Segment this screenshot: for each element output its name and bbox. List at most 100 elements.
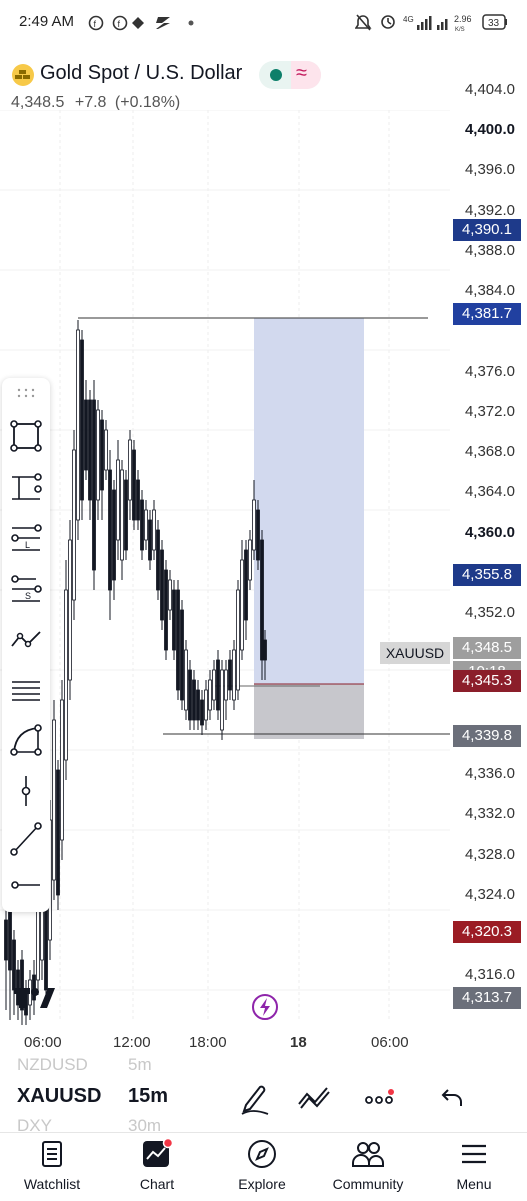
gold-bars-icon [12, 64, 34, 86]
svg-text:4G: 4G [403, 15, 414, 24]
price-tick: 4,328.0 [464, 845, 515, 863]
time-tick: 06:00 [371, 1034, 409, 1051]
price-label: 4,381.7 [453, 303, 521, 326]
price-tick: 4,316.0 [464, 966, 515, 984]
svg-text:S: S [25, 591, 31, 601]
candle-body [196, 689, 200, 721]
candle-body [124, 479, 128, 551]
anchored-text-icon[interactable]: L [10, 522, 42, 554]
bottom-navigation: Watchlist Chart Explore Community Menu [0, 1132, 527, 1201]
candle-body [136, 479, 140, 521]
last-price: 4,348.5 [11, 94, 65, 111]
candle-body [204, 689, 208, 721]
price-tick: 4,368.0 [464, 443, 515, 461]
candle-body [224, 669, 228, 701]
candle-body [200, 699, 204, 726]
candle-body [36, 899, 40, 981]
more-options-icon[interactable] [364, 1088, 396, 1108]
symbol-title[interactable]: Gold Spot / U.S. Dollar [40, 62, 242, 85]
candle-body [263, 639, 267, 661]
prev-symbol[interactable]: NZDUSD [17, 1055, 88, 1075]
price-tick: 4,396.0 [464, 161, 515, 179]
current-interval[interactable]: 15m [128, 1085, 168, 1108]
candle-body [112, 489, 116, 581]
candle-body [12, 939, 16, 991]
candle-body [216, 659, 220, 711]
candle-body [72, 449, 76, 601]
nav-explore[interactable]: Explore [212, 1139, 312, 1192]
price-change-percent: (+0.18%) [114, 94, 181, 111]
price-tick: 4,364.0 [464, 483, 515, 501]
drag-handle-icon[interactable] [16, 388, 36, 398]
position-stop-zone [254, 684, 364, 739]
svg-text:33: 33 [488, 18, 500, 29]
nav-community[interactable]: Community [318, 1139, 418, 1192]
candle-body [116, 459, 120, 541]
curve-tool-icon[interactable] [10, 724, 42, 758]
price-tick: 4,404.0 [464, 81, 515, 98]
indicators-icon[interactable] [297, 1084, 333, 1112]
candle-body [248, 539, 252, 581]
price-tick: 4,372.0 [464, 402, 515, 420]
candle-body [236, 589, 240, 691]
price-label: 4,345.3 [453, 669, 521, 692]
candle-body [188, 669, 192, 721]
pen-icon[interactable] [238, 1081, 272, 1115]
price-tick: 4,400.0 [464, 121, 515, 139]
position-profit-zone [254, 318, 364, 684]
long-position-icon[interactable] [10, 471, 42, 503]
price-label: 4,390.1 [453, 218, 521, 241]
svg-text:2.96: 2.96 [454, 14, 472, 24]
trend-angle-icon[interactable] [10, 624, 42, 656]
time-tick: 18:00 [189, 1034, 227, 1051]
candle-body [184, 649, 188, 711]
candle-body [176, 589, 180, 691]
candle-body [144, 509, 148, 541]
rectangle-tool-icon[interactable] [10, 420, 42, 452]
candle-body [180, 609, 184, 701]
chart-icon [143, 1137, 174, 1167]
undo-icon[interactable] [440, 1084, 466, 1110]
compass-icon [248, 1140, 276, 1168]
price-note-icon[interactable]: S [10, 573, 42, 605]
nav-chart[interactable]: Chart [107, 1137, 207, 1192]
candle-body [228, 659, 232, 691]
price-tick: 4,360.0 [464, 523, 515, 541]
candle-body [160, 549, 164, 621]
time-tick: 06:00 [24, 1034, 62, 1051]
candle-body [120, 469, 124, 561]
svg-text:f: f [118, 19, 121, 29]
price-label: 4,320.3 [453, 921, 521, 944]
trend-line-icon[interactable] [10, 822, 42, 856]
prev-interval[interactable]: 5m [128, 1055, 152, 1075]
candle-body [164, 569, 168, 651]
symbol-switcher[interactable]: NZDUSD 5m XAUUSD 15m DXY 30m [0, 1055, 527, 1135]
candle-body [64, 589, 68, 761]
price-tick: 4,384.0 [464, 282, 515, 300]
candle-body [56, 769, 60, 896]
menu-icon [462, 1144, 486, 1164]
market-open-dot-icon [270, 69, 282, 81]
candle-body [240, 559, 244, 651]
candle-body [4, 919, 8, 961]
price-label: 4,348.5 [453, 637, 521, 660]
watchlist-icon [42, 1141, 62, 1167]
lightning-icon[interactable] [251, 993, 279, 1021]
vertical-line-icon[interactable] [10, 774, 42, 808]
price-label: 4,313.7 [453, 987, 521, 1010]
candle-body [84, 399, 88, 471]
nav-watchlist[interactable]: Watchlist [2, 1139, 102, 1192]
svg-text:K/S: K/S [455, 27, 465, 33]
svg-text:f: f [94, 19, 97, 29]
status-bar: 2:49 AM f f 4G 2.96 K/S 33 [0, 0, 527, 44]
current-symbol[interactable]: XAUUSD [17, 1085, 101, 1108]
horizontal-lines-icon[interactable] [10, 675, 42, 707]
price-chart[interactable] [0, 110, 450, 1030]
community-icon [352, 1142, 384, 1167]
nav-menu[interactable]: Menu [424, 1139, 524, 1192]
market-status-pill[interactable]: ≈ [259, 61, 321, 89]
svg-text:L: L [25, 540, 30, 550]
price-tick: 4,376.0 [464, 362, 515, 380]
candle-body [232, 649, 236, 701]
horizontal-ray-icon[interactable] [10, 874, 42, 896]
